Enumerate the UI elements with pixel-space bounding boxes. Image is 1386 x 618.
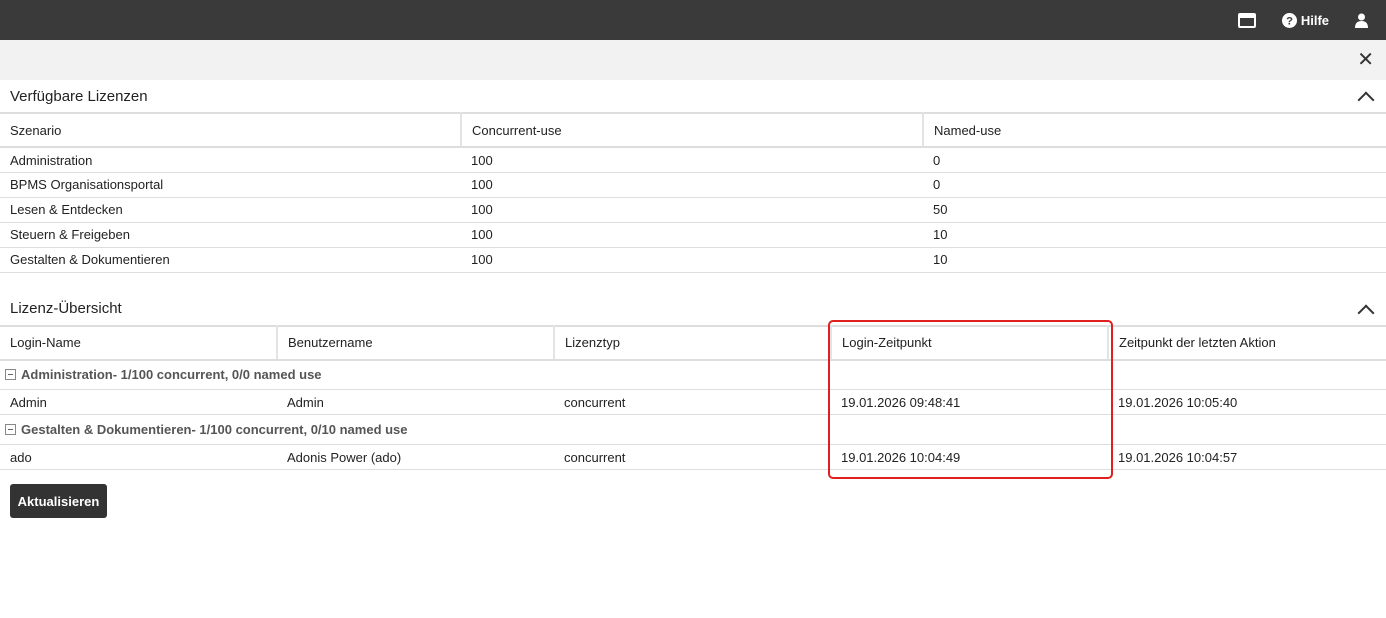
column-header[interactable]: Szenario bbox=[0, 112, 462, 148]
user-button[interactable] bbox=[1355, 13, 1368, 28]
table-cell: 19.01.2026 10:04:49 bbox=[831, 444, 1108, 470]
column-header[interactable]: Named-use bbox=[923, 112, 1386, 148]
section-title: Verfügbare Lizenzen bbox=[10, 87, 148, 105]
section-title: Lizenz-Übersicht bbox=[10, 300, 122, 317]
table-row[interactable]: Administration 100 0 bbox=[0, 147, 1386, 173]
license-overview-table: Login-Name Benutzername Lizenztyp Login-… bbox=[0, 324, 1386, 470]
table-row[interactable]: BPMS Organisationsportal 100 0 bbox=[0, 172, 1386, 198]
group-label: Administration- 1/100 concurrent, 0/0 na… bbox=[21, 367, 322, 383]
table-cell: 10 bbox=[923, 222, 1386, 248]
chevron-up-icon[interactable] bbox=[1357, 91, 1375, 109]
table-cell: 10 bbox=[923, 247, 1386, 273]
table-cell: concurrent bbox=[554, 389, 831, 415]
group-cell: Administration- 1/100 concurrent, 0/0 na… bbox=[0, 359, 1386, 390]
table-cell: 100 bbox=[461, 222, 923, 248]
column-header[interactable]: Benutzername bbox=[277, 324, 555, 361]
table-cell: 0 bbox=[923, 147, 1386, 173]
dialog-header: ✕ bbox=[0, 40, 1386, 80]
table-row[interactable]: ado Adonis Power (ado) concurrent 19.01.202… bbox=[0, 444, 1386, 470]
table-cell: Steuern & Freigeben bbox=[0, 222, 461, 248]
table-row[interactable]: Gestalten & Dokumentieren 100 10 bbox=[0, 247, 1386, 273]
table-row[interactable]: Steuern & Freigeben 100 10 bbox=[0, 222, 1386, 248]
available-licenses-header[interactable]: Verfügbare Lizenzen bbox=[0, 80, 1386, 112]
column-header[interactable]: Zeitpunkt der letzten Aktion bbox=[1108, 324, 1386, 361]
collapse-icon[interactable] bbox=[5, 369, 16, 381]
table-cell: 19.01.2026 10:05:40 bbox=[1108, 389, 1386, 415]
table-cell: 100 bbox=[461, 172, 923, 198]
svg-text:?: ? bbox=[1286, 15, 1293, 27]
table-cell: 100 bbox=[461, 147, 923, 173]
collapse-icon[interactable] bbox=[5, 424, 16, 435]
group-row[interactable]: Administration- 1/100 concurrent, 0/0 na… bbox=[0, 359, 1386, 390]
table-row[interactable]: Admin Admin concurrent 19.01.2026 09:48:41 1… bbox=[0, 389, 1386, 415]
table-cell: Administration bbox=[0, 147, 461, 173]
table-cell: Admin bbox=[277, 389, 554, 415]
window-button[interactable] bbox=[1237, 12, 1256, 28]
table-cell: 19.01.2026 10:04:57 bbox=[1108, 444, 1386, 470]
table-cell: 100 bbox=[461, 197, 923, 223]
column-header[interactable]: Concurrent-use bbox=[461, 112, 924, 148]
table-cell: BPMS Organisationsportal bbox=[0, 172, 461, 198]
table-cell: 50 bbox=[923, 197, 1386, 223]
close-icon[interactable]: ✕ bbox=[1357, 50, 1374, 70]
available-licenses-table: Szenario Concurrent-use Named-use Admini… bbox=[0, 112, 1386, 273]
table-cell: concurrent bbox=[554, 444, 831, 470]
table-cell: Gestalten & Dokumentieren bbox=[0, 247, 461, 273]
group-label: Gestalten & Dokumentieren- 1/100 concurr… bbox=[21, 422, 408, 437]
table-cell: Admin bbox=[0, 389, 277, 415]
column-header[interactable]: Lizenztyp bbox=[554, 324, 832, 361]
table-cell: ado bbox=[0, 444, 277, 470]
help-icon: ? bbox=[1281, 12, 1297, 28]
help-button[interactable]: ? Hilfe bbox=[1281, 12, 1329, 28]
license-overview-header[interactable]: Lizenz-Übersicht bbox=[0, 293, 1386, 325]
table-cell: 19.01.2026 09:48:41 bbox=[831, 389, 1108, 415]
table-cell: Lesen & Entdecken bbox=[0, 197, 461, 223]
table-cell: 0 bbox=[923, 172, 1386, 198]
table-cell: Adonis Power (ado) bbox=[277, 444, 554, 470]
chevron-up-icon[interactable] bbox=[1357, 304, 1375, 321]
group-cell: Gestalten & Dokumentieren- 1/100 concurr… bbox=[0, 414, 1386, 445]
help-label: Hilfe bbox=[1300, 12, 1329, 28]
table-row[interactable]: Lesen & Entdecken 100 50 bbox=[0, 197, 1386, 223]
group-row[interactable]: Gestalten & Dokumentieren- 1/100 concurr… bbox=[0, 414, 1386, 445]
column-header[interactable]: Login-Name bbox=[0, 324, 278, 361]
user-icon bbox=[1355, 13, 1368, 28]
refresh-button[interactable]: Aktualisieren bbox=[10, 484, 107, 518]
top-bar: ? Hilfe bbox=[0, 0, 1386, 40]
table-cell: 100 bbox=[461, 247, 923, 273]
column-header[interactable]: Login-Zeitpunkt bbox=[831, 324, 1109, 361]
window-icon bbox=[1237, 12, 1256, 28]
